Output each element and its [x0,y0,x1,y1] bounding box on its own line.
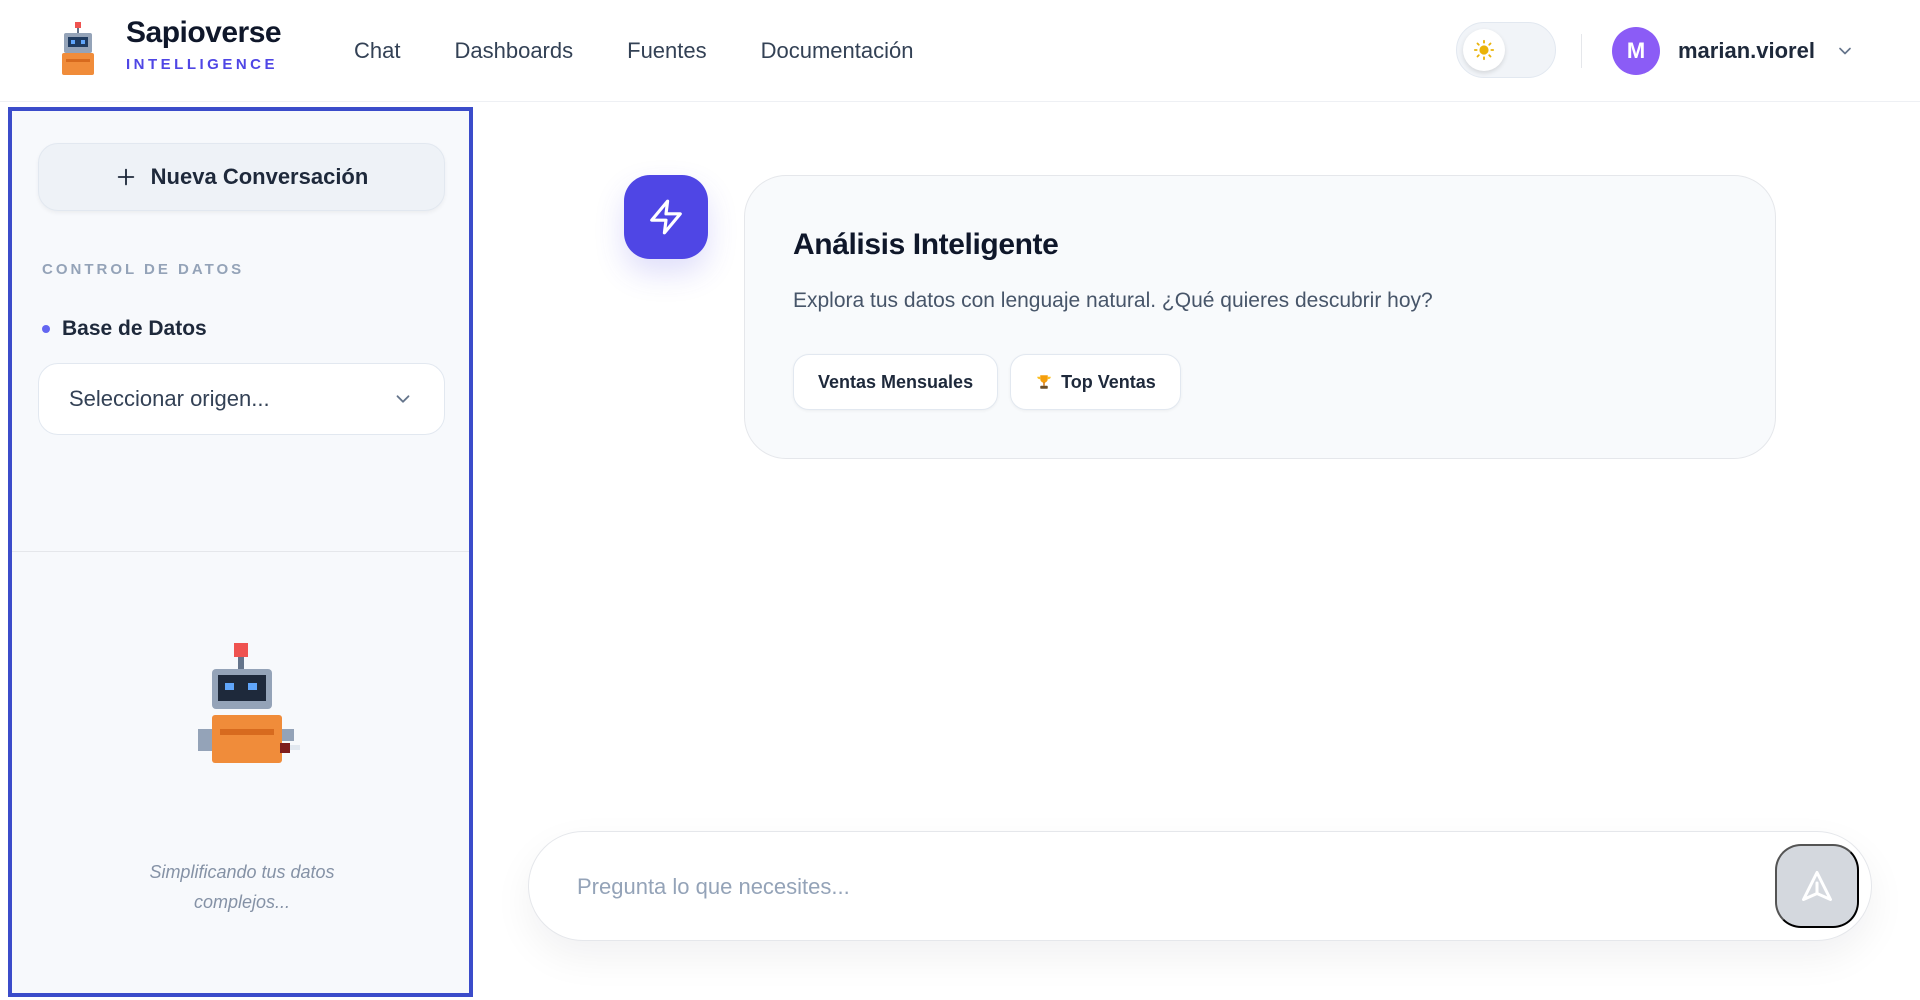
send-icon [1802,871,1832,901]
welcome-card: Análisis Inteligente Explora tus datos c… [744,175,1776,459]
chip-label: Top Ventas [1061,371,1156,392]
bullet-dot-icon [42,325,50,333]
nav-fuentes[interactable]: Fuentes [627,38,707,64]
lightning-bolt-icon [650,199,682,235]
nav-chat[interactable]: Chat [354,38,400,64]
user-menu[interactable]: M marian.viorel [1612,27,1855,75]
plus-icon [117,168,134,186]
theme-toggle[interactable] [1456,22,1556,78]
chip-ventas-mensuales[interactable]: Ventas Mensuales [793,354,999,410]
source-select-value: Seleccionar origen... [69,386,270,411]
theme-toggle-knob [1463,29,1505,71]
card-title: Análisis Inteligente [793,228,1059,261]
chat-input[interactable] [577,862,1727,912]
top-header: Sapioverse INTELLIGENCE Chat Dashboards … [0,0,1920,102]
database-label-text: Base de Datos [62,317,207,340]
chip-top-ventas[interactable]: Top Ventas [1010,354,1181,410]
brand-name: Sapioverse [126,16,282,49]
tagline: Simplificando tus datos complejos... [149,862,335,912]
brand-subtitle: INTELLIGENCE [126,56,279,73]
sun-icon [1473,39,1495,61]
bolt-badge [624,175,708,259]
main-nav: Chat Dashboards Fuentes Documentación [354,38,914,64]
nav-dashboards[interactable]: Dashboards [454,38,573,64]
database-label: Base de Datos [42,317,207,341]
brand[interactable]: Sapioverse INTELLIGENCE [126,16,282,73]
chevron-down-icon [396,395,410,403]
robot-mascot-icon [198,643,300,763]
username: marian.viorel [1678,38,1815,63]
sidebar-divider [12,551,469,552]
header-divider [1581,34,1582,68]
nav-documentacion[interactable]: Documentación [761,38,914,64]
suggestion-chips: Ventas Mensuales Top Ventas [793,354,1181,410]
send-button[interactable] [1775,844,1859,928]
chat-input-bar [528,831,1872,941]
card-description: Explora tus datos con lenguaje natural. … [793,289,1433,312]
source-select[interactable]: Seleccionar origen... [38,363,445,435]
section-label: CONTROL DE DATOS [42,261,245,278]
new-conversation-label: Nueva Conversación [150,164,369,189]
avatar: M [1612,27,1660,75]
new-conversation-button[interactable]: Nueva Conversación [38,143,445,211]
robot-logo-icon[interactable] [58,22,100,76]
sidebar: Nueva Conversación CONTROL DE DATOS Base… [8,107,473,997]
chip-label: Ventas Mensuales [818,371,974,392]
trophy-icon [1037,375,1051,389]
chevron-down-icon [1839,47,1851,55]
